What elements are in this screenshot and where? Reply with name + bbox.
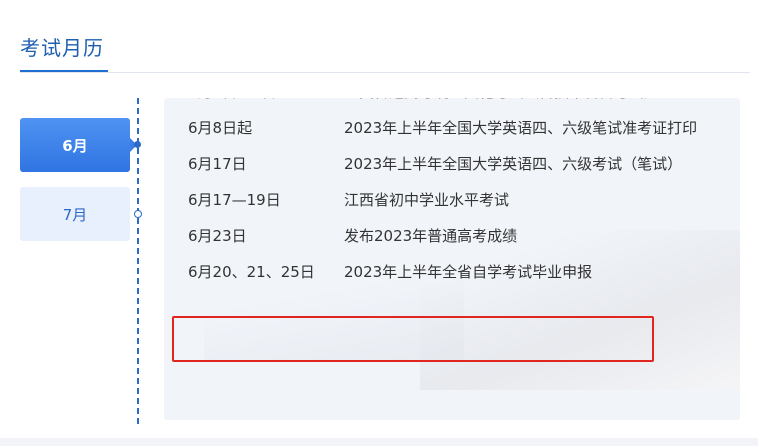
month-tab-july[interactable]: 7月 (20, 187, 130, 241)
event-list: 6月7日—9日 全国普通高考统一文化考试（含技术科目考试） 6月8日起 2023… (164, 98, 740, 290)
event-row: 6月23日 发布2023年普通高考成绩 (164, 218, 740, 254)
header-divider (20, 72, 750, 73)
event-date: 6月23日 (188, 227, 247, 245)
event-title: 江西省初中学业水平考试 (344, 191, 510, 209)
event-title: 全国普通高考统一文化考试（含技术科目考试） (344, 98, 704, 110)
event-date: 6月20、21、25日 (188, 263, 315, 281)
event-row: 6月20、21、25日 2023年上半年全省自学考试毕业申报 (164, 254, 740, 290)
month-tab-june[interactable]: 6月 (20, 118, 137, 172)
events-panel[interactable]: 6月7日—9日 全国普通高考统一文化考试（含技术科目考试） 6月8日起 2023… (164, 98, 740, 420)
highlight-box (172, 316, 654, 362)
timeline-dot (134, 210, 142, 218)
footer-strip (0, 438, 758, 446)
event-date: 6月17—19日 (188, 191, 281, 209)
timeline-dot-active (134, 141, 141, 148)
event-title: 2023年上半年全省自学考试毕业申报 (344, 263, 593, 281)
event-date: 6月8日起 (188, 119, 253, 137)
page-title: 考试月历 (20, 36, 104, 60)
event-row: 6月17日 2023年上半年全国大学英语四、六级考试（笔试） (164, 146, 740, 182)
event-title: 发布2023年普通高考成绩 (344, 227, 518, 245)
event-date: 6月7日—9日 (164, 98, 344, 110)
event-row: 6月8日起 2023年上半年全国大学英语四、六级笔试准考证打印 (164, 110, 740, 146)
event-title: 2023年上半年全国大学英语四、六级笔试准考证打印 (344, 119, 698, 137)
event-title: 2023年上半年全国大学英语四、六级考试（笔试） (344, 155, 683, 173)
event-date: 6月17日 (188, 155, 247, 173)
event-row: 6月7日—9日 全国普通高考统一文化考试（含技术科目考试） (164, 98, 740, 110)
event-row: 6月17—19日 江西省初中学业水平考试 (164, 182, 740, 218)
